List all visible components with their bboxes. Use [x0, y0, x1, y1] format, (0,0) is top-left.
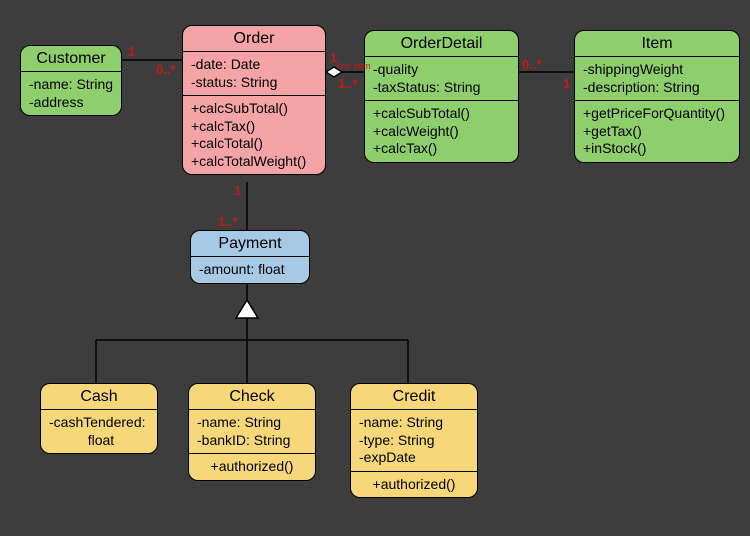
class-title: Cash: [41, 384, 157, 410]
class-payment: Payment -amount: float: [190, 230, 310, 284]
class-attrs: -name: String -address: [21, 72, 121, 115]
class-title: Customer: [21, 46, 121, 72]
class-order: Order -date: Date -status: String +calcS…: [182, 25, 326, 175]
class-ops: +authorized(): [189, 453, 315, 480]
class-attrs: -cashTendered: float: [41, 410, 157, 453]
class-ops: +calcSubTotal() +calcWeight() +calcTax(): [365, 100, 518, 162]
class-ops: +getPriceForQuantity() +getTax() +inStoc…: [575, 100, 739, 162]
class-title: Item: [575, 31, 739, 57]
class-attrs: -quality -taxStatus: String: [365, 57, 518, 100]
class-cash: Cash -cashTendered: float: [40, 383, 158, 454]
class-order-detail: OrderDetail -quality -taxStatus: String …: [364, 30, 519, 163]
mult-customer-order-left: 1: [128, 44, 135, 59]
class-title: Credit: [351, 384, 477, 410]
class-attrs: -amount: float: [191, 257, 309, 283]
class-attrs: -name: String -type: String -expDate: [351, 410, 477, 471]
class-customer: Customer -name: String -address: [20, 45, 122, 116]
class-attrs: -name: String -bankID: String: [189, 410, 315, 453]
mult-order-pay-top: 1: [234, 183, 241, 198]
class-title: Order: [183, 26, 325, 52]
mult-customer-order-right: 0..*: [156, 62, 176, 77]
class-title: Check: [189, 384, 315, 410]
class-check: Check -name: String -bankID: String +aut…: [188, 383, 316, 481]
class-ops: +authorized(): [351, 471, 477, 498]
class-attrs: -date: Date -status: String: [183, 52, 325, 95]
class-title: Payment: [191, 231, 309, 257]
class-credit: Credit -name: String -type: String -expD…: [350, 383, 478, 498]
assoc-line-item: line item: [337, 61, 371, 71]
mult-detail-item-left: 0..*: [522, 57, 542, 72]
class-attrs: -shippingWeight -description: String: [575, 57, 739, 100]
class-title: OrderDetail: [365, 31, 518, 57]
mult-order-detail-right: 1..*: [338, 76, 358, 91]
mult-order-pay-bot: 1..*: [218, 214, 238, 229]
uml-diagram: Customer -name: String -address Order -d…: [0, 0, 750, 536]
mult-detail-item-right: 1: [563, 76, 570, 91]
class-ops: +calcSubTotal() +calcTax() +calcTotal() …: [183, 95, 325, 174]
class-item: Item -shippingWeight -description: Strin…: [574, 30, 740, 163]
